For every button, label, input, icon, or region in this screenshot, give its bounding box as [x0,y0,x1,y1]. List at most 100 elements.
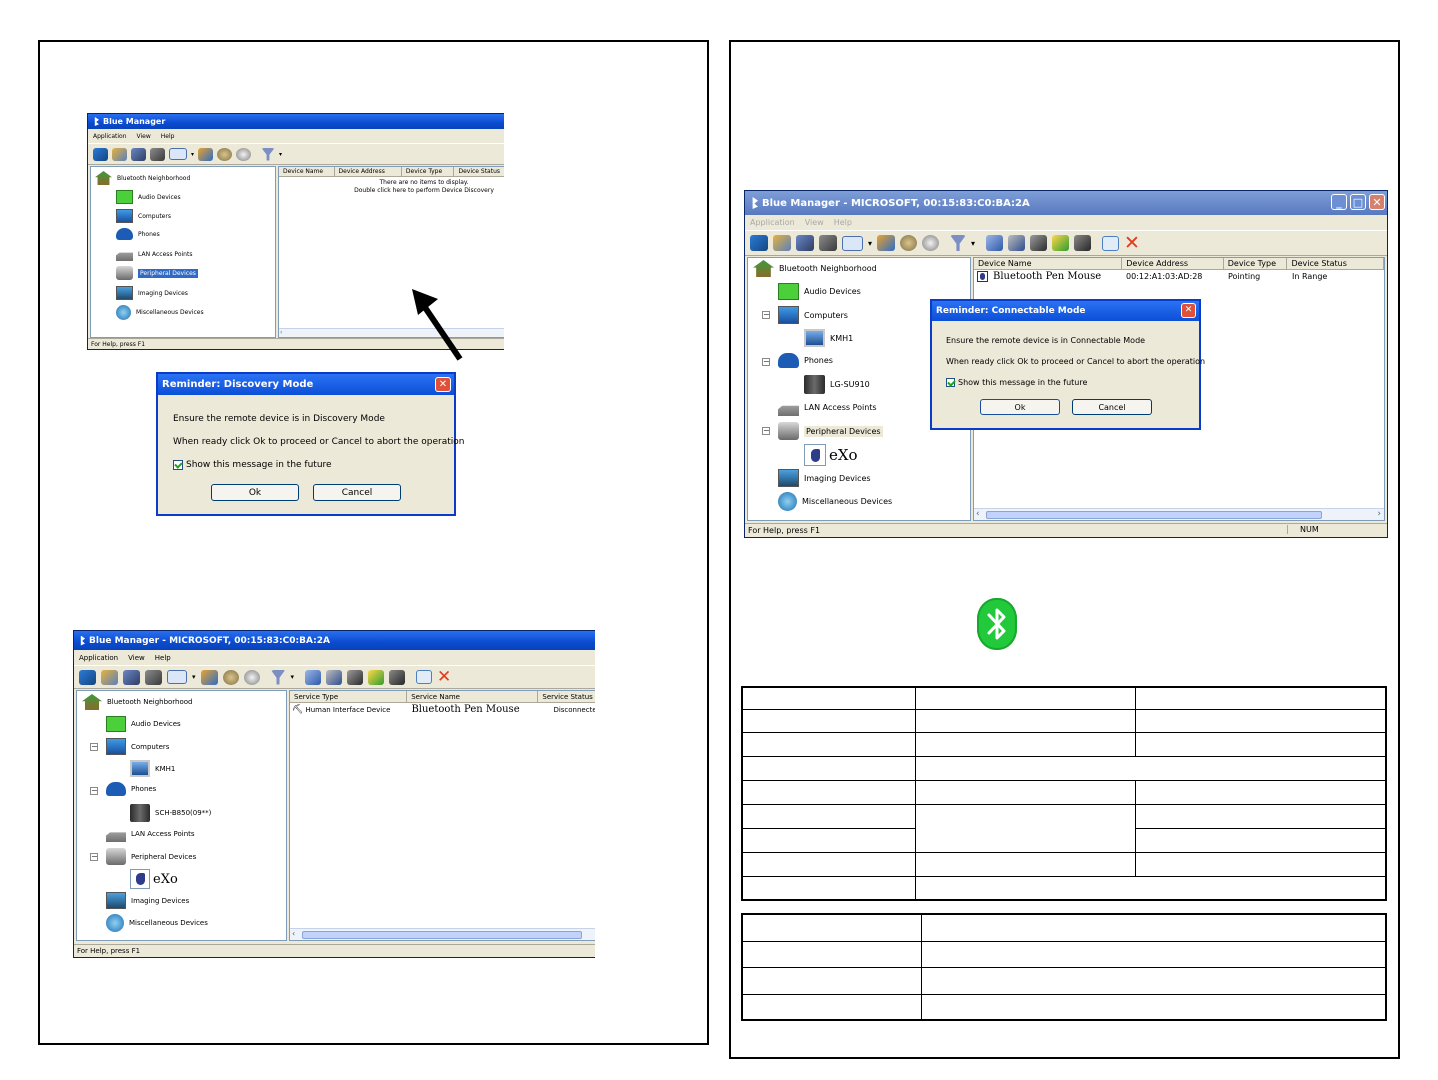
menu-view[interactable]: View [128,654,145,662]
connect-icon[interactable] [131,147,146,161]
dropdown-arrow-icon[interactable]: ▾ [868,239,872,248]
disconnect-service-icon[interactable] [347,669,364,685]
tree-bluetooth-neighborhood[interactable]: Bluetooth Neighborhood [95,171,190,185]
refresh-icon[interactable] [198,147,214,161]
pair-icon[interactable] [773,235,791,251]
disk-icon[interactable] [922,235,940,251]
collapse-computers-toggle[interactable]: − [90,743,98,751]
disk-icon[interactable] [243,669,260,685]
close-button[interactable]: ✕ [1369,194,1385,210]
settings-icon[interactable] [145,669,162,685]
show-message-checkbox-row[interactable]: Show this message in the future [946,378,1087,387]
tree-imaging-devices[interactable]: Imaging Devices [778,469,871,487]
service-list[interactable]: Service Type Service Name Service Status… [289,690,595,941]
col-device-type[interactable]: Device Type [1224,258,1288,269]
globe-icon[interactable] [900,235,918,251]
remove-service-icon[interactable] [1074,235,1092,251]
tree-lan-access-points[interactable]: LAN Access Points [778,399,877,416]
settings-icon[interactable] [819,235,837,251]
tree-phones[interactable]: Phones [106,782,156,796]
connect-icon[interactable] [796,235,814,251]
discover-devices-icon[interactable] [93,147,108,161]
tree-device-exo[interactable]: eXo [130,869,178,889]
ok-button[interactable]: Ok [211,484,299,501]
filter-icon[interactable] [950,235,967,251]
tree-peripheral-devices[interactable]: Peripheral Devices [116,266,198,280]
tree-audio-devices[interactable]: Audio Devices [778,283,861,300]
collapse-peripheral-toggle[interactable]: − [762,427,770,435]
tree-miscellaneous-devices[interactable]: Miscellaneous Devices [778,492,892,511]
tree-phones[interactable]: Phones [778,353,833,368]
collapse-peripheral-toggle[interactable]: − [90,853,98,861]
dropdown-arrow-icon[interactable]: ▾ [192,673,196,681]
disconnect-service-icon[interactable] [1030,235,1048,251]
filter-icon[interactable] [270,669,286,685]
tree-audio-devices[interactable]: Audio Devices [106,716,181,732]
tree-peripheral-devices[interactable]: Peripheral Devices [778,422,883,440]
dialog-title-bar[interactable]: Reminder: Discovery Mode [158,374,454,395]
window-title-bar[interactable]: Blue Manager [88,114,504,129]
tree-computer-kmh1[interactable]: KMH1 [804,329,853,347]
remove-service-icon[interactable] [389,669,406,685]
tree-audio-devices[interactable]: Audio Devices [116,190,181,204]
search-service-icon[interactable] [986,235,1004,251]
collapse-phones-toggle[interactable]: − [762,358,770,366]
connect-icon[interactable] [123,669,140,685]
connect-service-icon[interactable] [1008,235,1026,251]
col-device-name[interactable]: Device Name [974,258,1123,269]
tree-miscellaneous-devices[interactable]: Miscellaneous Devices [116,305,204,320]
filter-dropdown-icon[interactable]: ▾ [279,151,282,158]
globe-icon[interactable] [217,147,233,161]
maximize-button[interactable]: □ [1350,194,1366,210]
scrollbar-thumb[interactable] [302,931,582,939]
horizontal-scrollbar[interactable]: ‹ [279,328,504,337]
menu-help[interactable]: Help [161,133,175,140]
dialog-close-button[interactable]: ✕ [1181,303,1196,318]
minimize-button[interactable]: _ [1331,194,1347,210]
show-message-checkbox[interactable] [946,378,955,387]
pair-icon[interactable] [101,669,118,685]
view-icon[interactable] [842,235,863,251]
tree-bluetooth-neighborhood[interactable]: Bluetooth Neighborhood [82,694,193,710]
menu-view[interactable]: View [137,133,151,140]
col-device-status[interactable]: Device Status [454,167,504,176]
col-service-name[interactable]: Service Name [407,691,539,702]
discover-devices-icon[interactable] [750,235,768,251]
dialog-close-button[interactable]: ✕ [435,377,451,392]
scrollbar-thumb[interactable] [986,511,1322,519]
search-service-icon[interactable] [305,669,322,685]
tree-lan-access-points[interactable]: LAN Access Points [106,826,195,842]
menu-application[interactable]: Application [750,218,795,227]
device-row[interactable]: Bluetooth Pen Mouse 00:12:A1:03:AD:28 Po… [977,271,1327,282]
tree-computers[interactable]: Computers [778,306,848,324]
col-device-type[interactable]: Device Type [402,167,455,176]
cancel-button[interactable]: Cancel [1072,399,1152,415]
show-message-checkbox-row[interactable]: Show this message in the future [173,460,332,470]
filter-dropdown-icon[interactable]: ▾ [291,673,295,681]
menu-view[interactable]: View [805,218,824,227]
horizontal-scrollbar[interactable]: ‹ [290,928,595,940]
pair-icon[interactable] [112,147,127,161]
ok-button[interactable]: Ok [980,399,1060,415]
col-service-status[interactable]: Service Status [538,691,595,702]
calendar-icon[interactable] [1102,235,1120,251]
discover-devices-icon[interactable] [79,669,96,685]
col-device-address[interactable]: Device Address [1122,258,1224,269]
globe-icon[interactable] [222,669,239,685]
device-list[interactable]: Device Name Device Address Device Type D… [278,166,504,338]
menu-application[interactable]: Application [93,133,127,140]
tree-imaging-devices[interactable]: Imaging Devices [106,892,189,909]
filter-dropdown-icon[interactable]: ▾ [971,239,975,248]
cancel-button[interactable]: Cancel [313,484,401,501]
col-device-status[interactable]: Device Status [1287,258,1384,269]
refresh-icon[interactable] [877,235,896,251]
collapse-computers-toggle[interactable]: − [762,311,770,319]
tree-peripheral-devices[interactable]: Peripheral Devices [106,848,196,865]
dropdown-arrow-icon[interactable]: ▾ [191,151,194,158]
tree-bluetooth-neighborhood[interactable]: Bluetooth Neighborhood [753,260,877,277]
dialog-title-bar[interactable]: Reminder: Connectable Mode [932,301,1199,321]
tree-device-exo[interactable]: eXo [804,444,858,466]
tree-miscellaneous-devices[interactable]: Miscellaneous Devices [106,914,208,932]
col-service-type[interactable]: Service Type [290,691,408,702]
check-service-icon[interactable] [1052,235,1070,251]
